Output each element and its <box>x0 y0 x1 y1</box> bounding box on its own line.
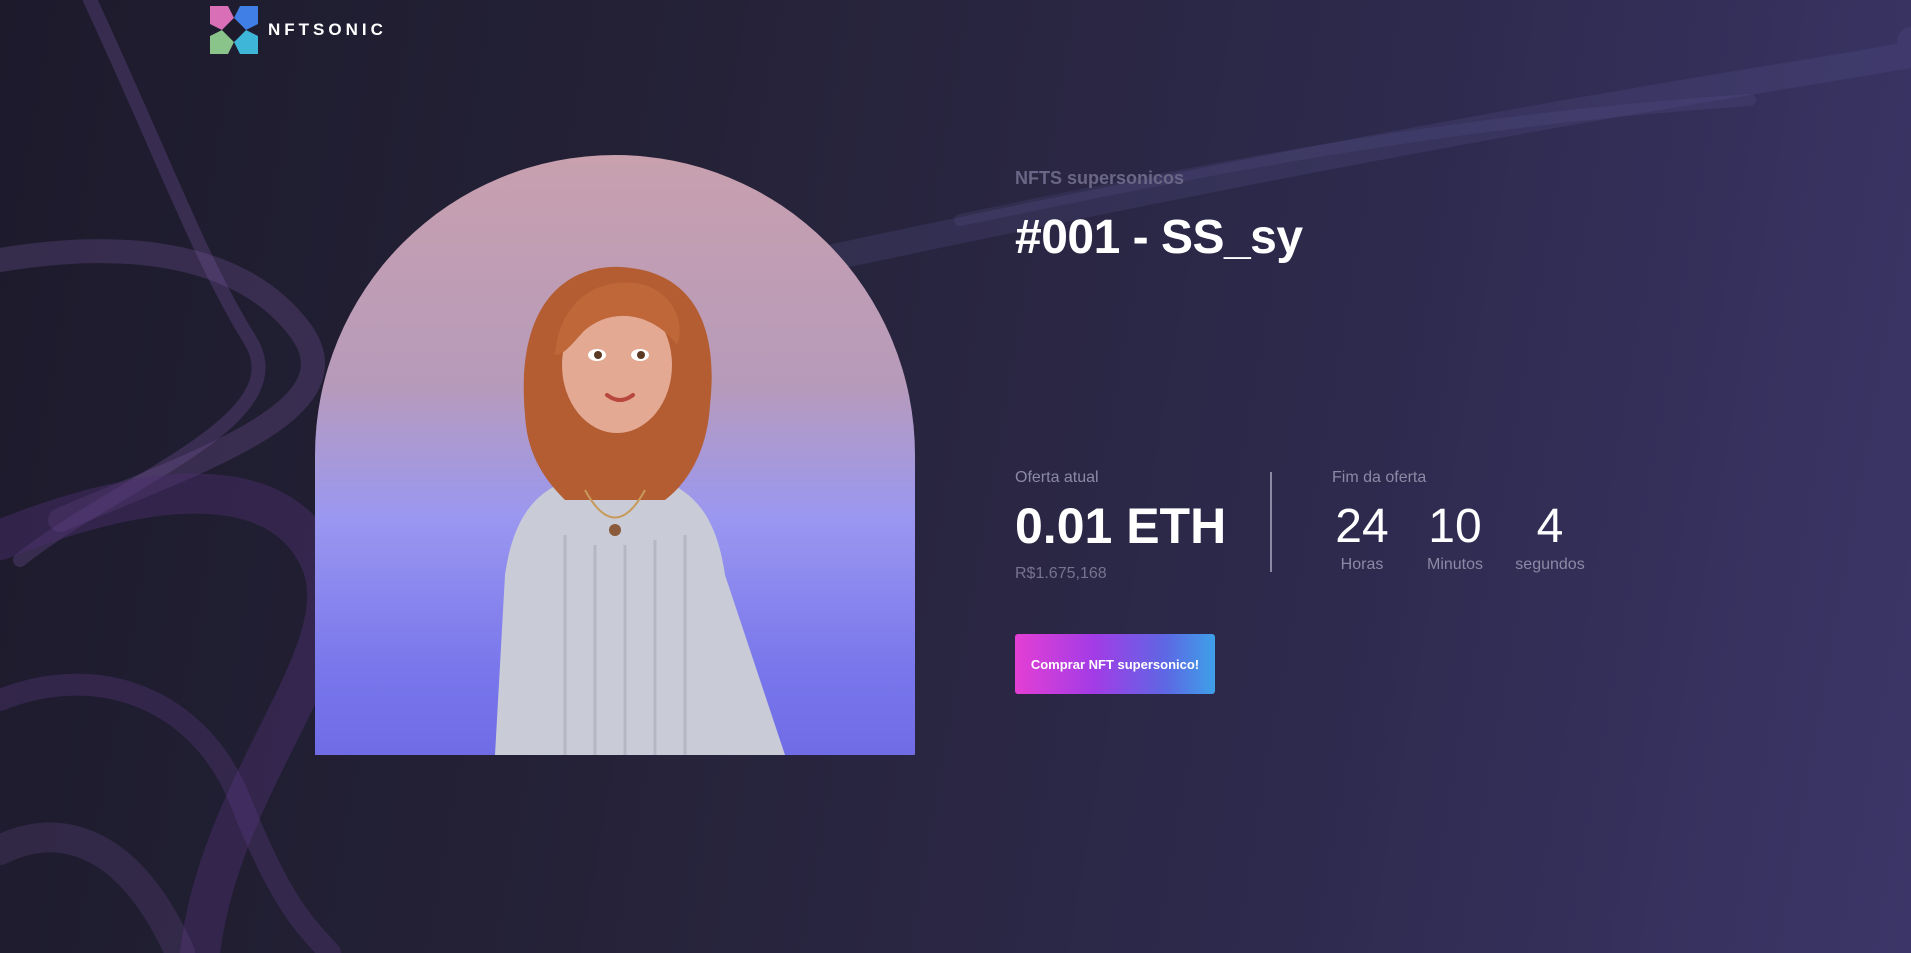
offer-end-label: Fim da oferta <box>1332 469 1427 486</box>
divider <box>1270 472 1272 572</box>
nft-artwork <box>315 155 915 755</box>
buy-nft-button[interactable]: Comprar NFT supersonico! <box>1015 634 1215 694</box>
current-offer-label: Oferta atual <box>1015 469 1099 486</box>
background-swirl <box>0 0 1911 953</box>
countdown-hours: 24 Horas <box>1332 500 1392 574</box>
nftsonic-x-logo-icon <box>210 6 258 54</box>
countdown-seconds-value: 4 <box>1536 500 1564 553</box>
countdown-seconds-label: segundos <box>1515 556 1585 573</box>
countdown-minutes: 10 Minutos <box>1415 500 1495 574</box>
nft-title: #001 - SS_sy <box>1015 211 1303 264</box>
countdown-seconds: 4 segundos <box>1500 500 1600 574</box>
brand-name: NFTSONIC <box>268 20 387 39</box>
collection-name: NFTS supersonicos <box>1015 168 1185 188</box>
countdown-minutes-value: 10 <box>1428 500 1482 553</box>
current-offer-value: 0.01 ETH <box>1015 498 1227 554</box>
countdown-hours-value: 24 <box>1335 500 1389 553</box>
countdown-hours-label: Horas <box>1340 556 1384 573</box>
character-portrait <box>495 266 785 755</box>
current-offer-brl: R$1.675,168 <box>1015 565 1107 582</box>
brand-logo[interactable]: NFTSONIC <box>208 4 387 56</box>
countdown-minutes-label: Minutos <box>1426 556 1484 573</box>
